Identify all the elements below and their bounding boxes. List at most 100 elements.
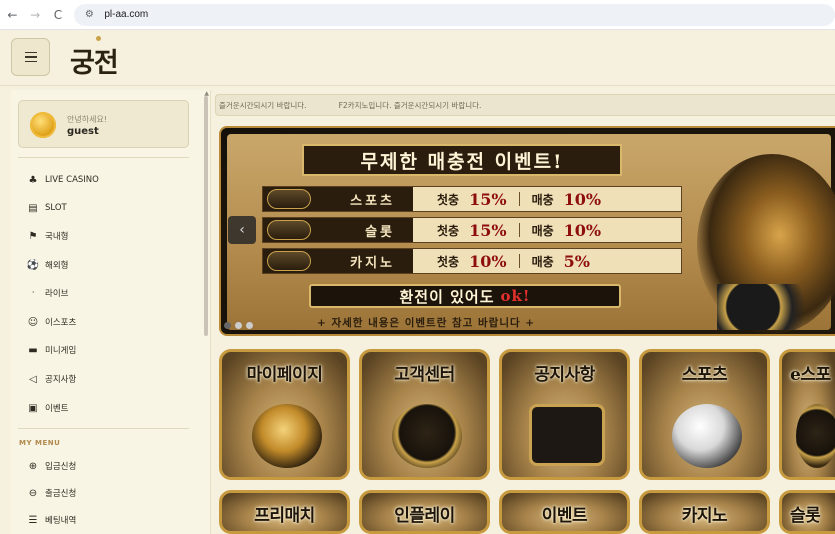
sidebar-item-minigame[interactable]: ▬ 미니게임 — [27, 342, 76, 358]
tile-event[interactable]: 이벤트 — [499, 490, 630, 534]
sidebar-item-bet-history[interactable]: ☰ 베팅내역 — [27, 512, 77, 528]
sidebar-item-domestic[interactable]: ⚑ 국내형 — [27, 228, 69, 244]
sidebar-item-live-casino[interactable]: ♣ LIVE CASINO — [27, 172, 99, 188]
tile-notice[interactable]: 공지사항 — [499, 349, 630, 480]
sidebar-item-esports[interactable]: ☺ 이스포츠 — [27, 314, 77, 330]
sidebar-item-label: 입금신청 — [45, 462, 77, 472]
sidebar-item-label: 국내형 — [45, 232, 69, 242]
every-deposit-label: 매충 — [531, 254, 554, 269]
ticker-message: 즐거운시간되시기 바랍니다. — [219, 100, 307, 110]
row-separator — [518, 223, 520, 237]
pagination-dot[interactable] — [246, 322, 253, 329]
tile-slot[interactable]: 슬롯 — [779, 490, 835, 534]
reload-icon[interactable]: C — [50, 6, 67, 24]
user-profile-icon — [252, 404, 322, 468]
gift-icon: ▣ — [28, 402, 38, 414]
notice-board-icon — [529, 404, 605, 466]
site-settings-icon[interactable]: ⚙ — [82, 9, 96, 21]
sidebar-item-label: 베팅내역 — [45, 516, 77, 526]
first-deposit-percent: 10% — [469, 251, 507, 271]
sidebar-item-withdraw[interactable]: ⊖ 출금신청 — [27, 485, 76, 501]
tile-inplay[interactable]: 인플레이 — [359, 490, 490, 534]
sidebar-item-live[interactable]: ᐧ 라이브 — [27, 285, 69, 301]
flag-icon: ⚑ — [28, 230, 38, 242]
sidebar-item-event[interactable]: ▣ 이벤트 — [27, 400, 68, 416]
every-deposit-label: 매충 — [531, 192, 554, 207]
banner-pagination — [224, 322, 253, 329]
event-banner[interactable]: 무제한 매충전 이벤트! 스포츠 첫충 15% 매충 10% 슬롯 첫충 15%… — [219, 126, 835, 336]
sidebar-item-label: SLOT — [45, 203, 67, 213]
site-logo[interactable]: 궁전 — [70, 36, 132, 79]
tile-label: 슬롯 — [790, 506, 821, 526]
row-separator — [518, 192, 520, 206]
hamburger-menu-button[interactable] — [11, 38, 50, 76]
banner-title: 무제한 매충전 이벤트! — [302, 144, 622, 176]
coin-avatar-icon — [30, 112, 56, 138]
row-separator — [518, 254, 520, 268]
greeting-text: 안녕하세요! — [67, 115, 108, 124]
banner-panel: 무제한 매충전 이벤트! 스포츠 첫충 15% 매충 10% 슬롯 첫충 15%… — [227, 134, 835, 334]
tile-label: 공지사항 — [534, 365, 595, 385]
every-deposit-percent: 10% — [563, 189, 602, 209]
tile-casino[interactable]: 카지노 — [639, 490, 770, 534]
site-header: 궁전 — [0, 30, 835, 86]
first-deposit-label: 첫충 — [437, 254, 460, 269]
casino-chip-icon — [267, 251, 311, 271]
tile-label: e스포 — [790, 365, 831, 385]
user-card: 안녕하세요! guest — [18, 100, 189, 148]
casino-chips-illustration — [717, 284, 835, 330]
sidebar-item-label: 라이브 — [45, 289, 69, 299]
plus-circle-icon: ⊕ — [28, 460, 38, 472]
banner-prev-button[interactable]: ‹ — [228, 216, 256, 244]
tile-mypage[interactable]: 마이페이지 — [219, 349, 350, 480]
my-menu-heading: MY MENU — [19, 439, 61, 447]
tile-label: 스포츠 — [681, 365, 728, 385]
tile-customer-center[interactable]: 고객센터 — [359, 349, 490, 480]
browser-toolbar: ← → C ⚙ pl-aa.com — [0, 0, 835, 30]
soccer-ball-icon — [672, 404, 742, 468]
username: guest — [67, 126, 99, 137]
ticker-message: F2카지노입니다. 즐거운시간되시기 바랍니다. — [338, 100, 482, 110]
tile-sports[interactable]: 스포츠 — [639, 349, 770, 480]
pagination-dot[interactable] — [224, 322, 231, 329]
sidebar-scrollbar[interactable] — [204, 96, 208, 336]
gamepad-icon: ▬ — [28, 344, 38, 356]
tile-label: 고객센터 — [394, 365, 455, 385]
forward-icon[interactable]: → — [27, 6, 44, 24]
sidebar-item-label: 공지사항 — [45, 375, 77, 385]
sidebar-item-label: 이스포츠 — [45, 318, 77, 328]
slot-reels-icon — [267, 220, 311, 240]
url-text[interactable]: pl-aa.com — [104, 9, 148, 20]
sidebar-item-slot[interactable]: ▤ SLOT — [27, 200, 67, 216]
sidebar-item-notice[interactable]: ◁ 공지사항 — [27, 371, 76, 387]
sidebar-divider — [18, 157, 189, 158]
soccer-ball-icon — [267, 189, 311, 209]
sidebar-divider — [18, 428, 189, 429]
banner-note: + 자세한 내용은 이벤트란 참고 바랍니다 + — [317, 317, 536, 329]
sidebar-item-deposit[interactable]: ⊕ 입금신청 — [27, 458, 76, 474]
tile-label: 카지노 — [681, 506, 728, 526]
tile-label: 인플레이 — [394, 506, 455, 526]
exchange-ok-box: 환전이 있어도 ok! — [309, 284, 621, 308]
headset-icon — [392, 404, 462, 468]
bonus-row-casino: 카지노 첫충 10% 매충 5% — [262, 248, 682, 274]
tile-label: 이벤트 — [541, 506, 588, 526]
exchange-ok-text: 환전이 있어도 — [399, 287, 495, 306]
trophy-icon — [796, 404, 835, 468]
sidebar-item-label: 미니게임 — [45, 346, 77, 356]
address-bar[interactable]: ⚙ pl-aa.com — [74, 3, 835, 26]
tile-esports[interactable]: e스포 — [779, 349, 835, 480]
bonus-row-slot: 슬롯 첫충 15% 매충 10% — [262, 217, 682, 243]
slot-machine-icon: ▤ — [28, 202, 38, 214]
exchange-ok-emphasis: ok! — [500, 287, 531, 305]
pagination-dot[interactable] — [235, 322, 242, 329]
sidebar-item-label: 해외형 — [45, 261, 69, 271]
every-deposit-percent: 5% — [563, 251, 590, 271]
minus-circle-icon: ⊖ — [28, 487, 38, 499]
soccer-ball-icon: ⚽ — [26, 259, 40, 271]
first-deposit-percent: 15% — [469, 220, 507, 240]
sidebar-item-overseas[interactable]: ⚽ 해외형 — [26, 257, 69, 273]
tile-prematch[interactable]: 프리매치 — [219, 490, 350, 534]
back-icon[interactable]: ← — [4, 6, 21, 24]
every-deposit-label: 매충 — [531, 223, 554, 238]
